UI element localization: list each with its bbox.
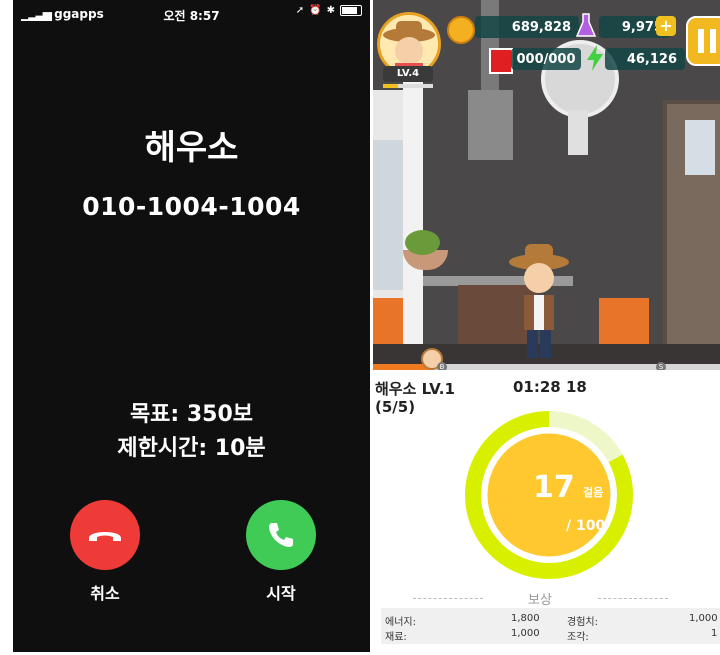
phone-icon [269,523,293,547]
bluetooth-icon: ✱ [326,5,335,16]
accept-label: 시작 [266,584,296,603]
alarm-icon: ⏰ [309,5,322,16]
reward-material-label: 재료: [385,632,407,643]
incoming-call-screen: ▁▂▃▅ ggapps 오전 8:57 ➚ ⏰ ✱ 해우소 010-1004-1… [13,0,370,652]
game-scene[interactable]: LV.4 689,828 9,975 + 000/000 46,126 B S [373,0,720,370]
energy-bolt-icon [585,44,605,72]
decline-call-button[interactable] [70,500,140,570]
reward-energy-value: 1,800 [511,613,540,624]
reward-divider-right [598,598,668,600]
reward-exp-value: 1,000 [689,613,718,624]
plus-icon: + [659,16,673,35]
location-icon: ➚ [295,5,305,16]
door-window [685,120,715,175]
status-bar: ▁▂▃▅ ggapps 오전 8:57 ➚ ⏰ ✱ [13,0,370,28]
level-badge: LV.4 [383,66,433,82]
add-gems-button[interactable]: + [656,16,676,36]
reward-exp-label: 경험치: [567,617,598,628]
progress-marker-b: B [437,362,447,370]
stage-count: (5/5) [375,398,416,416]
game-screen: LV.4 689,828 9,975 + 000/000 46,126 B S … [373,0,720,652]
vent-hood [468,90,513,160]
box-icon [489,48,513,74]
shelf [373,140,406,290]
stool-right [599,298,649,344]
reward-table: 에너지: 1,800 경험치: 1,000 재료: 1,000 조각: 1 [381,608,720,644]
time-limit-text: 제한시간: 10분 [117,436,266,461]
coins-counter: 689,828 [475,16,579,38]
steps-total: / 100 [566,518,606,534]
vent-pipe [481,0,499,90]
pause-button[interactable] [686,16,720,66]
reward-title: 보상 [528,593,552,608]
fan-body [568,110,588,155]
battery-icon [340,5,362,16]
phone-number: 010-1004-1004 [82,192,301,221]
progress-marker-s: S [656,362,666,370]
stool-left [373,298,403,344]
fridge [403,80,423,350]
coin-icon [447,16,475,44]
decline-label: 취소 [90,584,120,603]
accept-call-button[interactable] [246,500,316,570]
steps-current: 17 [533,470,575,505]
stage-timer: 01:28 18 [513,378,587,396]
reward-piece-label: 조각: [567,632,589,643]
goal-text: 목표: 350보 [129,402,254,427]
energy-counter: 46,126 [605,48,685,70]
reward-energy-label: 에너지: [385,617,416,628]
plant [405,230,440,255]
stage-name: 해우소 LV.1 [375,380,455,398]
flask-icon [575,12,597,38]
reward-divider-left [413,598,483,600]
caller-name: 해우소 [144,128,239,168]
avatar-icon [383,21,435,73]
reward-material-value: 1,000 [511,628,540,639]
reward-piece-value: 1 [711,628,718,639]
exp-bar [383,84,433,88]
box-counter: 000/000 [511,48,581,70]
pause-icon [698,29,716,53]
cowboy-character[interactable] [509,240,569,365]
phone-hangup-icon [89,532,121,541]
steps-unit: 걸음 [583,486,604,499]
